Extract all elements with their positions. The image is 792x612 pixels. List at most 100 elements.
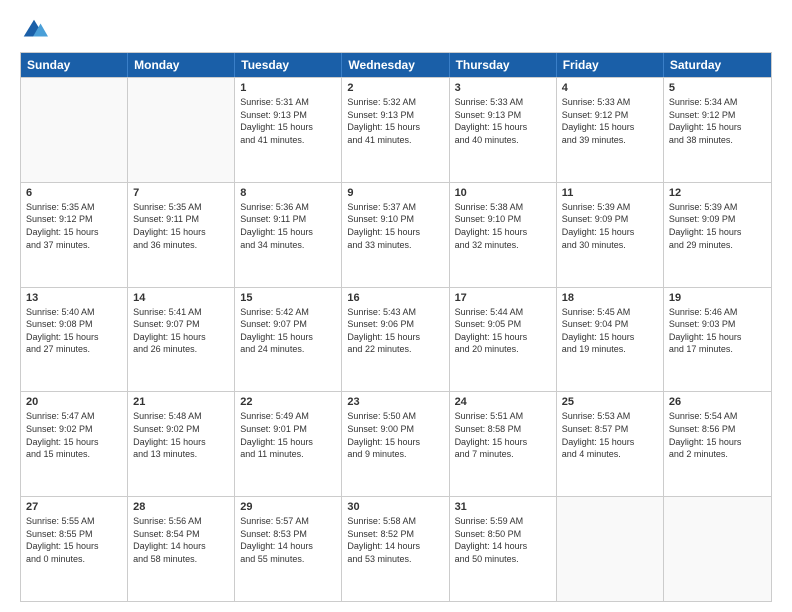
day-info: Sunrise: 5:51 AM Sunset: 8:58 PM Dayligh…: [455, 410, 551, 460]
day-info: Sunrise: 5:55 AM Sunset: 8:55 PM Dayligh…: [26, 515, 122, 565]
header: [20, 16, 772, 44]
header-cell-sunday: Sunday: [21, 53, 128, 77]
day-cell-4: 4 Sunrise: 5:33 AM Sunset: 9:12 PM Daylig…: [557, 78, 664, 182]
calendar-body: 1 Sunrise: 5:31 AM Sunset: 9:13 PM Daylig…: [21, 77, 771, 601]
day-info: Sunrise: 5:49 AM Sunset: 9:01 PM Dayligh…: [240, 410, 336, 460]
day-cell-30: 30 Sunrise: 5:58 AM Sunset: 8:52 PM Dayli…: [342, 497, 449, 601]
day-cell-28: 28 Sunrise: 5:56 AM Sunset: 8:54 PM Dayli…: [128, 497, 235, 601]
logo-icon: [20, 16, 48, 44]
day-number: 7: [133, 187, 229, 199]
day-number: 4: [562, 82, 658, 94]
day-info: Sunrise: 5:33 AM Sunset: 9:12 PM Dayligh…: [562, 96, 658, 146]
day-number: 20: [26, 396, 122, 408]
day-number: 23: [347, 396, 443, 408]
week-row-3: 13 Sunrise: 5:40 AM Sunset: 9:08 PM Dayli…: [21, 287, 771, 392]
day-info: Sunrise: 5:34 AM Sunset: 9:12 PM Dayligh…: [669, 96, 766, 146]
day-cell-5: 5 Sunrise: 5:34 AM Sunset: 9:12 PM Daylig…: [664, 78, 771, 182]
day-cell-19: 19Sunrise: 5:46 AM Sunset: 9:03 PM Dayli…: [664, 288, 771, 392]
day-number: 2: [347, 82, 443, 94]
header-cell-tuesday: Tuesday: [235, 53, 342, 77]
day-cell-empty-4-5: [557, 497, 664, 601]
day-cell-10: 10 Sunrise: 5:38 AM Sunset: 9:10 PM Dayli…: [450, 183, 557, 287]
week-row-1: 1 Sunrise: 5:31 AM Sunset: 9:13 PM Daylig…: [21, 77, 771, 182]
day-number: 3: [455, 82, 551, 94]
week-row-4: 20Sunrise: 5:47 AM Sunset: 9:02 PM Dayli…: [21, 391, 771, 496]
day-info: Sunrise: 5:50 AM Sunset: 9:00 PM Dayligh…: [347, 410, 443, 460]
day-info: Sunrise: 5:35 AM Sunset: 9:12 PM Dayligh…: [26, 201, 122, 251]
day-cell-3: 3 Sunrise: 5:33 AM Sunset: 9:13 PM Daylig…: [450, 78, 557, 182]
calendar: SundayMondayTuesdayWednesdayThursdayFrid…: [20, 52, 772, 602]
day-info: Sunrise: 5:41 AM Sunset: 9:07 PM Dayligh…: [133, 306, 229, 356]
day-number: 29: [240, 501, 336, 513]
day-cell-empty-0-1: [128, 78, 235, 182]
day-number: 22: [240, 396, 336, 408]
day-info: Sunrise: 5:57 AM Sunset: 8:53 PM Dayligh…: [240, 515, 336, 565]
day-number: 31: [455, 501, 551, 513]
day-number: 28: [133, 501, 229, 513]
day-info: Sunrise: 5:36 AM Sunset: 9:11 PM Dayligh…: [240, 201, 336, 251]
day-number: 30: [347, 501, 443, 513]
day-number: 16: [347, 292, 443, 304]
day-cell-16: 16Sunrise: 5:43 AM Sunset: 9:06 PM Dayli…: [342, 288, 449, 392]
day-number: 8: [240, 187, 336, 199]
day-number: 25: [562, 396, 658, 408]
week-row-5: 27 Sunrise: 5:55 AM Sunset: 8:55 PM Dayli…: [21, 496, 771, 601]
day-cell-21: 21Sunrise: 5:48 AM Sunset: 9:02 PM Dayli…: [128, 392, 235, 496]
day-cell-31: 31 Sunrise: 5:59 AM Sunset: 8:50 PM Dayli…: [450, 497, 557, 601]
day-cell-14: 14 Sunrise: 5:41 AM Sunset: 9:07 PM Dayli…: [128, 288, 235, 392]
day-cell-1: 1 Sunrise: 5:31 AM Sunset: 9:13 PM Daylig…: [235, 78, 342, 182]
calendar-header-row: SundayMondayTuesdayWednesdayThursdayFrid…: [21, 53, 771, 77]
week-row-2: 6 Sunrise: 5:35 AM Sunset: 9:12 PM Daylig…: [21, 182, 771, 287]
day-info: Sunrise: 5:39 AM Sunset: 9:09 PM Dayligh…: [562, 201, 658, 251]
day-cell-7: 7 Sunrise: 5:35 AM Sunset: 9:11 PM Daylig…: [128, 183, 235, 287]
day-info: Sunrise: 5:37 AM Sunset: 9:10 PM Dayligh…: [347, 201, 443, 251]
day-cell-11: 11 Sunrise: 5:39 AM Sunset: 9:09 PM Dayli…: [557, 183, 664, 287]
header-cell-friday: Friday: [557, 53, 664, 77]
day-cell-20: 20Sunrise: 5:47 AM Sunset: 9:02 PM Dayli…: [21, 392, 128, 496]
day-info: Sunrise: 5:33 AM Sunset: 9:13 PM Dayligh…: [455, 96, 551, 146]
day-number: 14: [133, 292, 229, 304]
header-cell-saturday: Saturday: [664, 53, 771, 77]
day-info: Sunrise: 5:31 AM Sunset: 9:13 PM Dayligh…: [240, 96, 336, 146]
day-info: Sunrise: 5:53 AM Sunset: 8:57 PM Dayligh…: [562, 410, 658, 460]
day-cell-22: 22 Sunrise: 5:49 AM Sunset: 9:01 PM Dayli…: [235, 392, 342, 496]
day-cell-8: 8 Sunrise: 5:36 AM Sunset: 9:11 PM Daylig…: [235, 183, 342, 287]
day-number: 19: [669, 292, 766, 304]
day-number: 15: [240, 292, 336, 304]
day-cell-9: 9Sunrise: 5:37 AM Sunset: 9:10 PM Daylig…: [342, 183, 449, 287]
day-number: 27: [26, 501, 122, 513]
day-info: Sunrise: 5:32 AM Sunset: 9:13 PM Dayligh…: [347, 96, 443, 146]
day-cell-2: 2 Sunrise: 5:32 AM Sunset: 9:13 PM Daylig…: [342, 78, 449, 182]
day-info: Sunrise: 5:35 AM Sunset: 9:11 PM Dayligh…: [133, 201, 229, 251]
day-number: 5: [669, 82, 766, 94]
day-cell-25: 25 Sunrise: 5:53 AM Sunset: 8:57 PM Dayli…: [557, 392, 664, 496]
day-cell-26: 26Sunrise: 5:54 AM Sunset: 8:56 PM Dayli…: [664, 392, 771, 496]
day-number: 24: [455, 396, 551, 408]
day-number: 26: [669, 396, 766, 408]
day-info: Sunrise: 5:45 AM Sunset: 9:04 PM Dayligh…: [562, 306, 658, 356]
day-cell-23: 23 Sunrise: 5:50 AM Sunset: 9:00 PM Dayli…: [342, 392, 449, 496]
day-cell-24: 24 Sunrise: 5:51 AM Sunset: 8:58 PM Dayli…: [450, 392, 557, 496]
day-number: 12: [669, 187, 766, 199]
day-number: 10: [455, 187, 551, 199]
day-number: 1: [240, 82, 336, 94]
day-cell-29: 29 Sunrise: 5:57 AM Sunset: 8:53 PM Dayli…: [235, 497, 342, 601]
day-number: 13: [26, 292, 122, 304]
day-info: Sunrise: 5:56 AM Sunset: 8:54 PM Dayligh…: [133, 515, 229, 565]
day-number: 17: [455, 292, 551, 304]
day-cell-6: 6 Sunrise: 5:35 AM Sunset: 9:12 PM Daylig…: [21, 183, 128, 287]
day-number: 6: [26, 187, 122, 199]
day-info: Sunrise: 5:42 AM Sunset: 9:07 PM Dayligh…: [240, 306, 336, 356]
day-cell-15: 15 Sunrise: 5:42 AM Sunset: 9:07 PM Dayli…: [235, 288, 342, 392]
day-info: Sunrise: 5:38 AM Sunset: 9:10 PM Dayligh…: [455, 201, 551, 251]
day-info: Sunrise: 5:58 AM Sunset: 8:52 PM Dayligh…: [347, 515, 443, 565]
day-number: 11: [562, 187, 658, 199]
day-cell-empty-0-0: [21, 78, 128, 182]
day-info: Sunrise: 5:59 AM Sunset: 8:50 PM Dayligh…: [455, 515, 551, 565]
day-info: Sunrise: 5:40 AM Sunset: 9:08 PM Dayligh…: [26, 306, 122, 356]
day-cell-empty-4-6: [664, 497, 771, 601]
day-cell-12: 12 Sunrise: 5:39 AM Sunset: 9:09 PM Dayli…: [664, 183, 771, 287]
day-cell-13: 13 Sunrise: 5:40 AM Sunset: 9:08 PM Dayli…: [21, 288, 128, 392]
day-info: Sunrise: 5:39 AM Sunset: 9:09 PM Dayligh…: [669, 201, 766, 251]
day-number: 21: [133, 396, 229, 408]
